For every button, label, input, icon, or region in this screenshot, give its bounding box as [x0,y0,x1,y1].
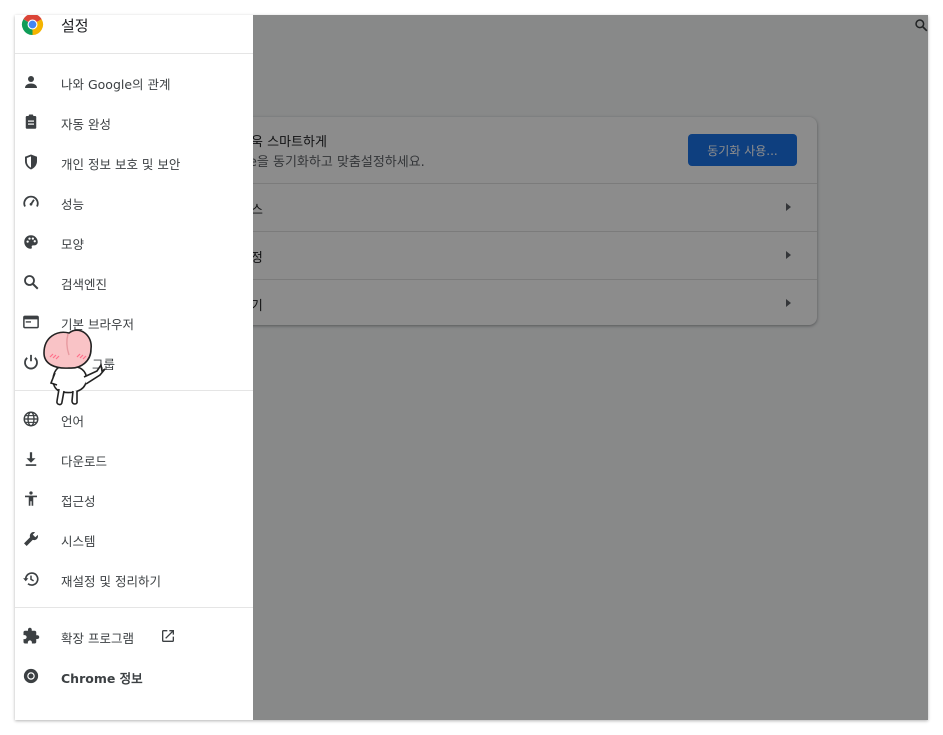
chrome-settings-window: 께 e을 더욱 스마트하게 hrome을 동기화하고 맞춤설정하세요. 동기화 … [15,15,928,720]
nav-item-label: 접근성 [61,494,96,509]
person-icon [22,73,40,91]
palette-icon [22,233,40,251]
search-icon [22,273,40,291]
nav-item-label: 시스템 [61,534,96,549]
nav-item-extensions[interactable]: 확장 프로그램 [15,616,253,656]
nav-item-about-chrome[interactable]: Chrome 정보 [15,656,253,696]
speedometer-icon [22,193,40,211]
open-in-new-icon [160,628,176,644]
puzzle-icon [22,627,40,645]
nav-item-label: 자동 완성 [61,117,111,132]
peach-character-sticker [29,327,121,409]
chrome-icon [22,667,40,685]
nav-item-label: 다운로드 [61,454,108,469]
drawer-title: 설정 [61,17,89,35]
nav-item-label: Chrome 정보 [61,671,143,686]
nav-item-label: 언어 [61,414,85,429]
shield-icon [22,153,40,171]
nav-item-autofill[interactable]: 자동 완성 [15,102,253,142]
drawer-header: 설정 [15,15,253,54]
nav-divider [15,607,253,608]
nav-item-label: 재설정 및 정리하기 [61,574,161,589]
globe-icon [22,410,40,428]
nav-item-appearance[interactable]: 모양 [15,222,253,262]
nav-item-label: 확장 프로그램 [61,631,134,646]
nav-item-label: 성능 [61,197,85,212]
nav-item-reset[interactable]: 재설정 및 정리하기 [15,559,253,599]
chrome-logo-icon [21,15,44,36]
nav-item-label: 모양 [61,237,85,252]
nav-item-downloads[interactable]: 다운로드 [15,439,253,479]
nav-item-label: 검색엔진 [61,277,108,292]
nav-item-label: 개인 정보 보호 및 보안 [61,157,181,172]
wrench-icon [22,530,40,548]
nav-item-accessibility[interactable]: 접근성 [15,479,253,519]
nav-item-search-engine[interactable]: 검색엔진 [15,262,253,302]
history-icon [22,570,40,588]
nav-item-you-and-google[interactable]: 나와 Google의 관계 [15,62,253,102]
nav-item-label: 나와 Google의 관계 [61,77,171,92]
nav-item-performance[interactable]: 성능 [15,182,253,222]
accessibility-icon [22,490,40,508]
nav-item-privacy[interactable]: 개인 정보 보호 및 보안 [15,142,253,182]
clipboard-icon [22,113,40,131]
nav-item-system[interactable]: 시스템 [15,519,253,559]
download-icon [22,450,40,468]
